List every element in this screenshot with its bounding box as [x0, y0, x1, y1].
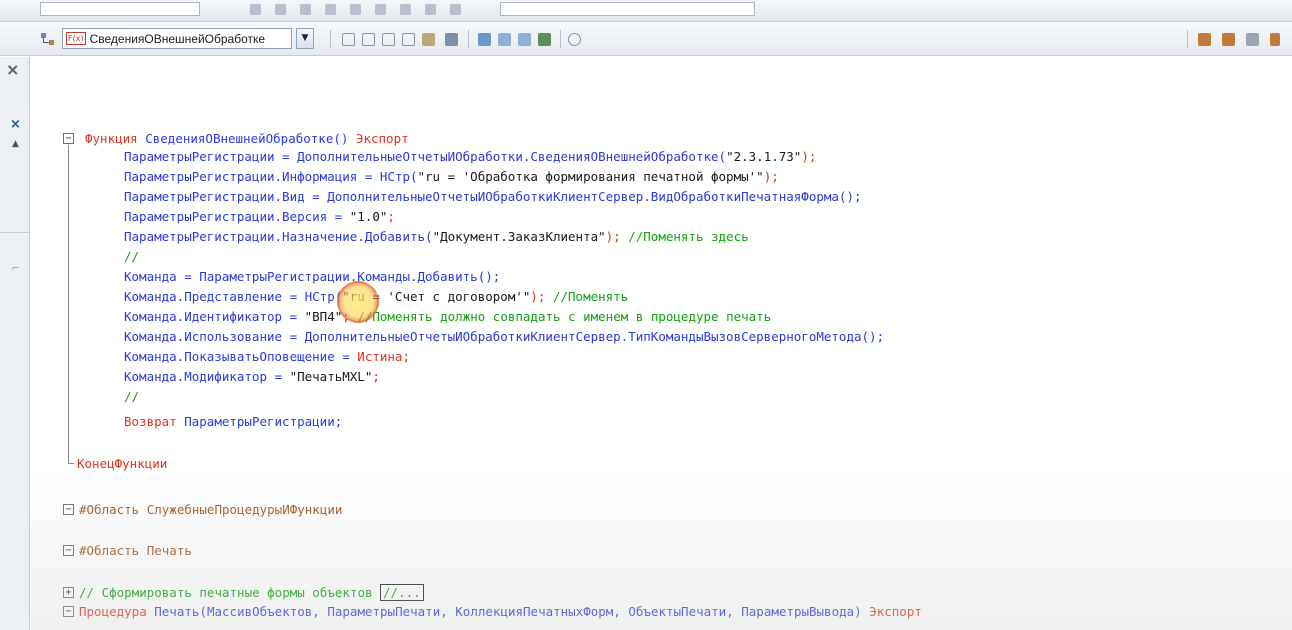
code-line-end-function: КонецФункции [77, 456, 168, 471]
fold-guide-end [68, 463, 74, 464]
toolbar-icon[interactable] [375, 4, 386, 15]
collapsed-block[interactable]: //... [380, 584, 424, 601]
code-line: ПараметрыРегистрации.Назначение.Добавить… [124, 229, 749, 244]
bookmark-next-icon[interactable] [1222, 33, 1235, 46]
code-line: Команда.Модификатор = "ПечатьMXL"; [124, 369, 380, 384]
code-line: ПараметрыРегистрации.Версия = "1.0"; [124, 209, 395, 224]
toolbar-icon[interactable] [275, 4, 286, 15]
procedure-select-value: СведенияОВнешнейОбработке [89, 31, 266, 46]
toolbar-icon[interactable] [450, 4, 461, 15]
code-line: ПараметрыРегистрации = ДополнительныеОтч… [124, 149, 817, 164]
code-line: // [124, 249, 140, 264]
code-line-region: #Область СлужебныеПроцедурыИФункции [79, 502, 343, 517]
fold-toggle-icon[interactable]: − [63, 606, 74, 617]
code-line-comment: // Сформировать печатные формы объектов … [79, 583, 424, 603]
module-toolbar: F(x) СведенияОВнешнейОбработке ▼ [0, 22, 1292, 56]
form-icon[interactable] [498, 33, 511, 46]
bookmark-prev-icon[interactable] [1246, 33, 1259, 46]
code-line: Команда.ПоказыватьОповещение = Истина; [124, 349, 410, 364]
code-editor[interactable]: − Функция СведенияОВнешнейОбработке() Эк… [31, 57, 1292, 630]
code-line-procedure-decl: Процедура Печать(МассивОбъектов, Парамет… [79, 604, 922, 619]
outdent-icon[interactable] [362, 33, 375, 46]
indent-icon[interactable] [342, 33, 355, 46]
timer-icon[interactable] [568, 33, 581, 46]
bookmark-clear-icon[interactable] [1270, 33, 1280, 46]
fold-toggle-icon[interactable]: − [63, 545, 74, 556]
left-side-panel: × ▲ ⌐ [0, 57, 30, 630]
procedure-select[interactable]: F(x) СведенияОВнешнейОбработке [62, 28, 292, 49]
code-line-function-decl: Функция СведенияОВнешнейОбработке() Эксп… [85, 131, 409, 146]
tree-icon[interactable] [40, 32, 56, 46]
code-line: Команда.Идентификатор = "ВП4"; //Поменят… [124, 309, 772, 324]
indent-block-icon[interactable] [382, 33, 395, 46]
toolbar-icon[interactable] [300, 4, 311, 15]
code-line-region: #Область Печать [79, 543, 192, 558]
toolbar-separator [330, 30, 331, 48]
code-line: Возврат ПараметрыРегистрации; [124, 414, 343, 429]
fold-toggle-icon[interactable]: + [63, 587, 74, 598]
comment-icon[interactable] [402, 33, 415, 46]
panel-divider [0, 232, 30, 233]
close-icon[interactable]: × [8, 117, 23, 132]
wizard-icon[interactable] [538, 33, 551, 46]
code-line: ПараметрыРегистрации.Вид = Дополнительны… [124, 189, 862, 204]
toolbar-separator [468, 30, 469, 48]
module-icon[interactable] [478, 33, 491, 46]
toolbar-icon[interactable] [400, 4, 411, 15]
goto-icon[interactable] [445, 33, 458, 46]
close-window-icon[interactable]: × [6, 60, 19, 79]
chevron-down-icon[interactable]: ▼ [296, 28, 314, 49]
top-toolbar-strip [0, 0, 1292, 22]
marker-icon: ⌐ [11, 264, 20, 274]
toolbar-icon[interactable] [250, 4, 261, 15]
template-icon[interactable] [518, 33, 531, 46]
fold-toggle-icon[interactable]: − [63, 504, 74, 515]
toolbar-separator [560, 30, 561, 48]
scroll-up-icon[interactable]: ▲ [8, 137, 23, 152]
code-line: // [124, 389, 140, 404]
toolbar-icon[interactable] [425, 4, 436, 15]
bookmark-set-icon[interactable] [1198, 33, 1211, 46]
fold-toggle-icon[interactable]: − [63, 133, 74, 144]
mouse-cursor-highlight [337, 281, 379, 323]
bookmark-icon[interactable] [422, 33, 435, 46]
code-line: Команда.Использование = ДополнительныеОт… [124, 329, 885, 344]
function-badge-icon: F(x) [66, 32, 86, 45]
toolbar-icon[interactable] [325, 4, 336, 15]
code-line: Команда = ПараметрыРегистрации.Команды.Д… [124, 269, 501, 284]
toolbar-icon[interactable] [350, 4, 361, 15]
top-field[interactable] [40, 2, 200, 16]
top-search-field[interactable] [500, 2, 755, 16]
code-line: ПараметрыРегистрации.Информация = НСтр("… [124, 169, 779, 184]
fold-guide [68, 145, 69, 463]
toolbar-separator [1187, 30, 1188, 48]
